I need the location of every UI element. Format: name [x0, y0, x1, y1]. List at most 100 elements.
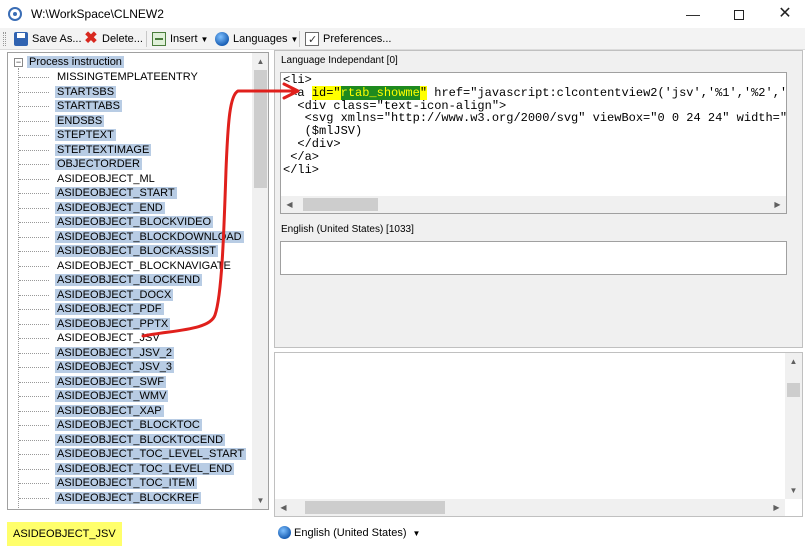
tree-item-label: ASIDEOBJECT_PPTX [55, 317, 171, 330]
tree-item-label: ASIDEOBJECT_PDF [55, 303, 164, 315]
scroll-up-arrow-icon[interactable]: ▲ [785, 353, 802, 370]
scroll-right-arrow-icon[interactable]: ▶ [769, 196, 786, 213]
scroll-down-arrow-icon[interactable]: ▼ [252, 492, 268, 509]
preview-horizontal-scrollbar[interactable]: ◀ ▶ [275, 499, 785, 516]
tree-item[interactable]: ASIDEOBJECT_ML [8, 172, 252, 187]
tree-root-process-instruction[interactable]: − Process instruction [14, 55, 124, 69]
maximize-button[interactable] [716, 0, 762, 28]
language-independent-editor[interactable]: <li> <a id="rtab_showme" href="javascrip… [280, 72, 787, 214]
tree-item[interactable]: ASIDEOBJECT_PPTX [8, 317, 252, 332]
tree-item-label: ASIDEOBJECT_BLOCKREF [55, 491, 201, 504]
scroll-down-arrow-icon[interactable]: ▼ [785, 482, 802, 499]
tree-item[interactable]: MISSINGTEMPLATEENTRY [8, 70, 252, 85]
english-us-editor[interactable] [280, 241, 787, 275]
tree-item[interactable]: ASIDEOBJECT_TOC_LEVEL_END [8, 462, 252, 477]
tree-item-label: STEPTEXTIMAGE [55, 143, 152, 156]
tree-item[interactable]: STARTSBS [8, 85, 252, 100]
tree-item-label: ASIDEOBJECT_BLOCKEND [55, 274, 203, 286]
tree-item[interactable]: ASIDEOBJECT_BLOCKVIDEO [8, 215, 252, 230]
selected-item-status: ASIDEOBJECT_JSV [7, 522, 122, 546]
insert-label: Insert [170, 33, 198, 45]
tree-item-label: STARTSBS [55, 85, 117, 98]
tree-item[interactable]: ASIDEOBJECT_BLOCKASSIST [8, 244, 252, 259]
tree-item-label: ASIDEOBJECT_XAP [55, 404, 164, 417]
language-independent-label: Language Independant [0] [281, 55, 398, 66]
close-button[interactable]: ✕ [762, 0, 805, 28]
insert-menu-button[interactable]: Insert ▼ [150, 30, 208, 48]
tree-item[interactable]: ASIDEOBJECT_BLOCKNAVIGATE [8, 259, 252, 274]
scroll-left-arrow-icon[interactable]: ◀ [281, 196, 298, 213]
code-text: <li> <a id="rtab_showme" href="javascrip… [283, 74, 786, 177]
save-as-button[interactable]: Save As... [12, 30, 82, 48]
maximize-icon [734, 10, 744, 21]
tree-vertical-scrollbar[interactable]: ▲ ▼ [252, 53, 268, 509]
tree-item-label: ASIDEOBJECT_SWF [55, 375, 166, 388]
delete-button[interactable]: ✖ Delete... [82, 30, 143, 48]
tree-item[interactable]: ASIDEOBJECT_TOC_ITEM [8, 476, 252, 491]
tree-item[interactable]: ASIDEOBJECT_JSV [8, 331, 252, 346]
tree-item[interactable]: ASIDEOBJECT_START [8, 186, 252, 201]
tree-item[interactable]: ASIDEOBJECT_BLOCKDOWNLOAD [8, 230, 252, 245]
tree-item-label: STARTTABS [55, 100, 122, 112]
toolbar-grip[interactable] [3, 32, 6, 46]
scroll-up-arrow-icon[interactable]: ▲ [252, 53, 268, 70]
languages-caret-icon: ▼ [290, 35, 299, 44]
tree-item[interactable]: ASIDEOBJECT_BLOCKTOC [8, 418, 252, 433]
tree-item[interactable]: STEPTEXTIMAGE [8, 143, 252, 158]
tree-pane: − Process instruction MISSINGTEMPLATEENTR… [7, 52, 269, 510]
tree-view[interactable]: − Process instruction MISSINGTEMPLATEENTR… [8, 53, 252, 509]
tree-item-label: ASIDEOBJECT_JSV [57, 332, 160, 344]
tree-item[interactable]: ASIDEOBJECT_WMV [8, 389, 252, 404]
tree-item[interactable]: OBJECTORDER [8, 157, 252, 172]
tree-item[interactable]: ASIDEOBJECT_PDF [8, 302, 252, 317]
scroll-right-arrow-icon[interactable]: ▶ [768, 499, 785, 516]
tree-item[interactable]: ASIDEOBJECT_END [8, 201, 252, 216]
tree-item[interactable]: ASIDEOBJECT_TOC_LEVEL_START [8, 447, 252, 462]
preferences-label: Preferences... [323, 33, 392, 45]
scroll-left-arrow-icon[interactable]: ◀ [275, 499, 292, 516]
tree-item-label: ASIDEOBJECT_JSV_3 [55, 361, 174, 373]
languages-menu-button[interactable]: Languages ▼ [213, 30, 298, 48]
tree-item[interactable]: ASIDEOBJECT_XAP [8, 404, 252, 419]
language-selector[interactable]: English (United States) ▼ [276, 522, 420, 544]
tree-item[interactable]: ASIDEOBJECT_BLOCKREF [8, 491, 252, 506]
tree-item[interactable]: STEPTEXT [8, 128, 252, 143]
code-line: </li> [283, 162, 320, 177]
collapse-icon[interactable]: − [14, 57, 23, 67]
tree-item-list: MISSINGTEMPLATEENTRY STARTSBS STARTTABS END… [8, 70, 252, 505]
tree-item-label: ENDSBS [55, 114, 105, 127]
tree-item-label: ASIDEOBJECT_JSV_2 [55, 346, 174, 359]
tree-item-label: ASIDEOBJECT_BLOCKVIDEO [55, 216, 214, 228]
tree-item-label: ASIDEOBJECT_START [55, 187, 177, 199]
tree-item-label: OBJECTORDER [55, 158, 142, 170]
floppy-disk-icon [14, 32, 28, 46]
tree-item-label: ASIDEOBJECT_BLOCKNAVIGATE [57, 259, 231, 272]
scroll-thumb[interactable] [787, 383, 800, 397]
delete-x-icon: ✖ [84, 30, 98, 47]
preferences-checklist-icon [305, 31, 319, 49]
tree-item-label: ASIDEOBJECT_WMV [55, 390, 169, 402]
tree-item[interactable]: ASIDEOBJECT_SWF [8, 375, 252, 390]
tree-item-label: ASIDEOBJECT_ML [57, 172, 155, 185]
tree-item[interactable]: ASIDEOBJECT_DOCX [8, 288, 252, 303]
preferences-button[interactable]: Preferences... [303, 30, 392, 49]
scroll-thumb[interactable] [254, 70, 267, 188]
tree-item[interactable]: STARTTABS [8, 99, 252, 114]
tree-item[interactable]: ASIDEOBJECT_JSV_2 [8, 346, 252, 361]
scroll-thumb[interactable] [305, 501, 445, 514]
minimize-button[interactable]: — [670, 0, 716, 28]
code-horizontal-scrollbar[interactable]: ◀ ▶ [281, 196, 786, 213]
tree-item[interactable]: ASIDEOBJECT_BLOCKEND [8, 273, 252, 288]
tree-item[interactable]: ENDSBS [8, 114, 252, 129]
tree-item-label: MISSINGTEMPLATEENTRY [57, 71, 198, 83]
tree-item[interactable]: ASIDEOBJECT_JSV_3 [8, 360, 252, 375]
scroll-thumb[interactable] [303, 198, 378, 211]
tree-item-label: ASIDEOBJECT_TOC_ITEM [55, 477, 197, 489]
tree-item-label: ASIDEOBJECT_DOCX [55, 288, 174, 301]
tree-item-label: ASIDEOBJECT_TOC_LEVEL_END [55, 462, 235, 475]
tree-item-label: ASIDEOBJECT_BLOCKTOCEND [55, 433, 226, 446]
preview-panel: ▲ ▼ ◀ ▶ [274, 352, 803, 517]
tree-item[interactable]: ASIDEOBJECT_BLOCKTOCEND [8, 433, 252, 448]
preview-vertical-scrollbar[interactable]: ▲ ▼ [785, 353, 802, 499]
title-bar: W:\WorkSpace\CLNEW2 — ✕ [0, 0, 805, 28]
